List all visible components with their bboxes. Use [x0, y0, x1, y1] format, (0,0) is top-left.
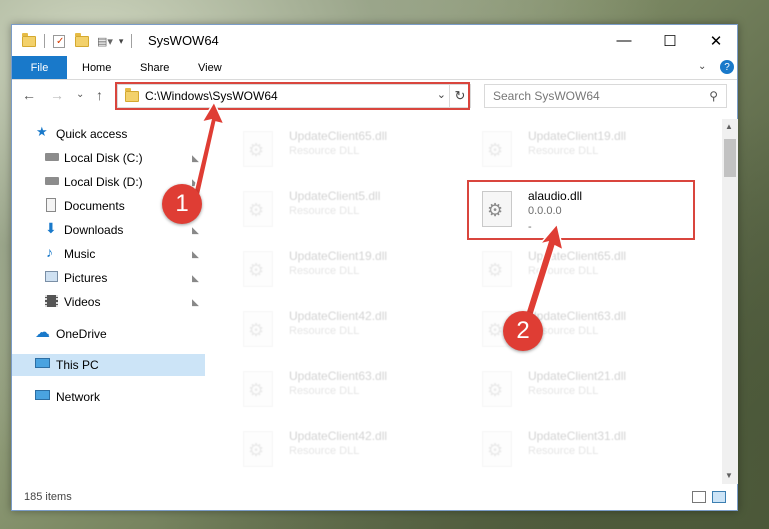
arrow-1 [192, 100, 226, 199]
arrow-2 [522, 222, 565, 327]
annotation-arrows [192, 100, 565, 327]
step-marker-2: 2 [503, 311, 543, 351]
step-marker-1: 1 [162, 184, 202, 224]
